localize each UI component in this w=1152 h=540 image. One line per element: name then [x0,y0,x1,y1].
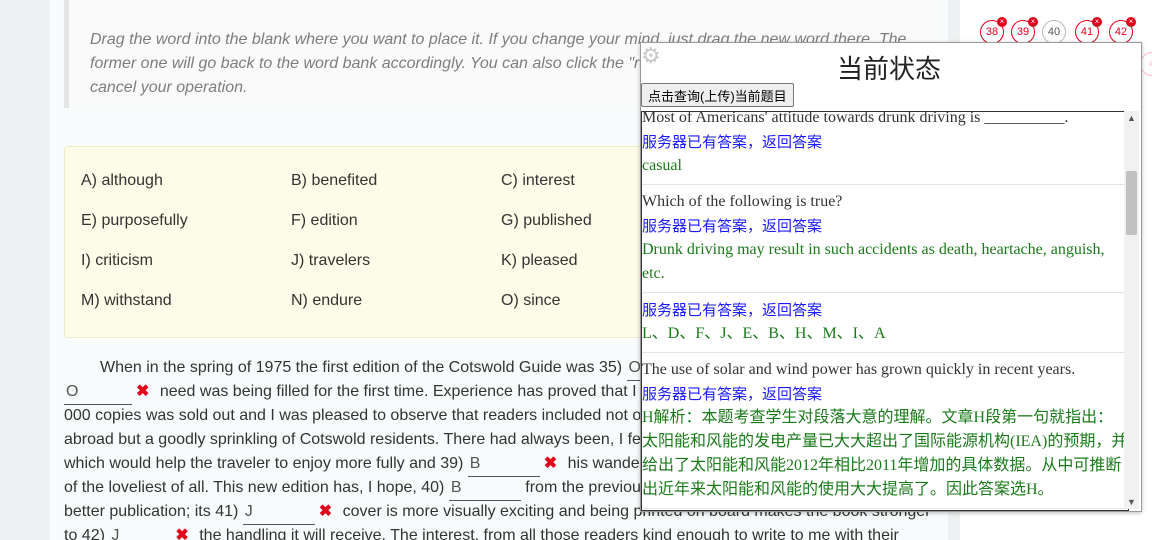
circle-number: 41 [1080,26,1094,38]
word-option[interactable]: I) criticism [81,252,153,270]
answer-list[interactable]: Most of Americans' attitude towards drun… [641,111,1129,511]
answer-circle-41[interactable]: 41 × [1075,17,1102,44]
status-text: 服务器已有答案，返回答案 [642,217,823,235]
blank-41[interactable]: J [242,500,315,525]
word-option[interactable]: A) although [81,172,163,190]
passage-text: better publication; its 41) [64,503,239,520]
passage-text: the handling it will receive. The intere… [199,527,899,540]
question-text: The use of solar and wind power has grow… [642,361,1076,378]
word-option[interactable]: B) benefited [291,172,377,190]
list-item: Which of the following is true? 服务器已有答案，… [642,185,1128,293]
blank-40[interactable]: B [448,476,521,501]
status-text: 服务器已有答案，返回答案 [642,133,823,151]
passage-line: of the loveliest of all. This new editio… [64,476,641,501]
list-item: Most of Americans' attitude towards drun… [642,111,1128,185]
answer-circle-42[interactable]: 42 × [1109,17,1136,44]
word-option[interactable]: K) pleased [501,252,578,270]
remove-icon[interactable]: ✖ [136,383,149,400]
passage-text: which would help the traveler to enjoy m… [64,455,464,472]
list-item: 服务器已有答案，返回答案 L、D、F、J、E、B、H、M、I、A [642,293,1128,353]
passage-line: abroad but a goodly sprinkling of Cotswo… [64,428,641,452]
blank-42[interactable]: J [109,524,171,540]
passage-line: to 42) J ✖ the handling it will receive. … [64,524,899,540]
list-item: The use of solar and wind power has grow… [642,353,1128,509]
answer-circle-38[interactable]: 38 × [980,17,1007,44]
passage-line: When in the spring of 1975 the first edi… [100,356,689,381]
scroll-down-icon[interactable]: ▼ [1127,497,1136,507]
answer-text: L、D、F、J、E、B、H、M、I、A [642,325,886,342]
status-text: 服务器已有答案，返回答案 [642,301,823,319]
wrong-mark-icon: × [997,17,1007,27]
remove-icon[interactable]: ✖ [319,503,332,520]
passage-text: need was being filled for the first time… [159,383,637,400]
wrong-mark-icon: × [1092,17,1102,27]
word-option[interactable]: M) withstand [81,292,172,310]
answer-circle-39[interactable]: 39 × [1011,17,1038,44]
passage-line: 000 copies was sold out and I was please… [64,404,641,428]
word-option[interactable]: O) since [501,292,561,310]
question-text: Which of the following is true? [642,193,843,210]
passage-line: O ✖ need was being filled for the first t… [64,380,637,405]
blank-36[interactable]: O [64,380,132,405]
panel-title: 当前状态 [837,54,942,84]
word-option[interactable]: J) travelers [291,252,370,270]
passage-line: which would help the traveler to enjoy m… [64,452,640,477]
blank-39[interactable]: B [467,452,540,477]
circle-number: 39 [1016,26,1030,38]
scrollbar-thumb[interactable] [1126,171,1137,235]
answer-circle-40[interactable]: 40 [1042,20,1066,44]
status-text: 服务器已有答案，返回答案 [642,385,823,403]
word-option[interactable]: C) interest [501,172,575,190]
answer-text: H解析：本题考查学生对段落大意的理解。文章H段第一句就指出：太阳能和风能的发电产… [642,409,1128,498]
circle-number: 42 [1114,26,1128,38]
list-scrollbar[interactable]: ▲ ▼ [1124,111,1139,509]
status-panel: ⚙ 当前状态 点击查询(上传)当前题目 Most of Americans' a… [640,42,1142,512]
query-current-question-button[interactable]: 点击查询(上传)当前题目 [641,83,794,107]
passage-text: from the previou [525,479,641,496]
gear-icon[interactable]: ⚙ [641,43,661,69]
scroll-up-icon[interactable]: ▲ [1127,113,1136,123]
answer-text: casual [642,157,682,174]
remove-icon[interactable]: ✖ [175,527,188,540]
word-option[interactable]: E) purposefully [81,212,188,230]
remove-icon[interactable]: ✖ [544,455,557,472]
passage-text: When in the spring of 1975 the first edi… [100,359,623,376]
passage-text: of the loveliest of all. This new editio… [64,479,445,496]
circle-number: 38 [985,26,999,38]
word-option[interactable]: N) endure [291,292,362,310]
question-text: Most of Americans' attitude towards drun… [642,111,1069,126]
passage-text: 000 copies was sold out and I was please… [64,407,642,424]
answer-text: Drunk driving may result in such acciden… [642,241,1105,282]
passage-text: abroad but a goodly sprinkling of Cotswo… [64,431,641,448]
wrong-mark-icon: × [1126,17,1136,27]
circle-number: 40 [1047,26,1061,38]
wrong-mark-icon: × [1028,17,1038,27]
passage-text: his wande [567,455,640,472]
word-option[interactable]: G) published [501,212,592,230]
passage-text: to 42) [64,527,105,540]
word-option[interactable]: F) edition [291,212,358,230]
